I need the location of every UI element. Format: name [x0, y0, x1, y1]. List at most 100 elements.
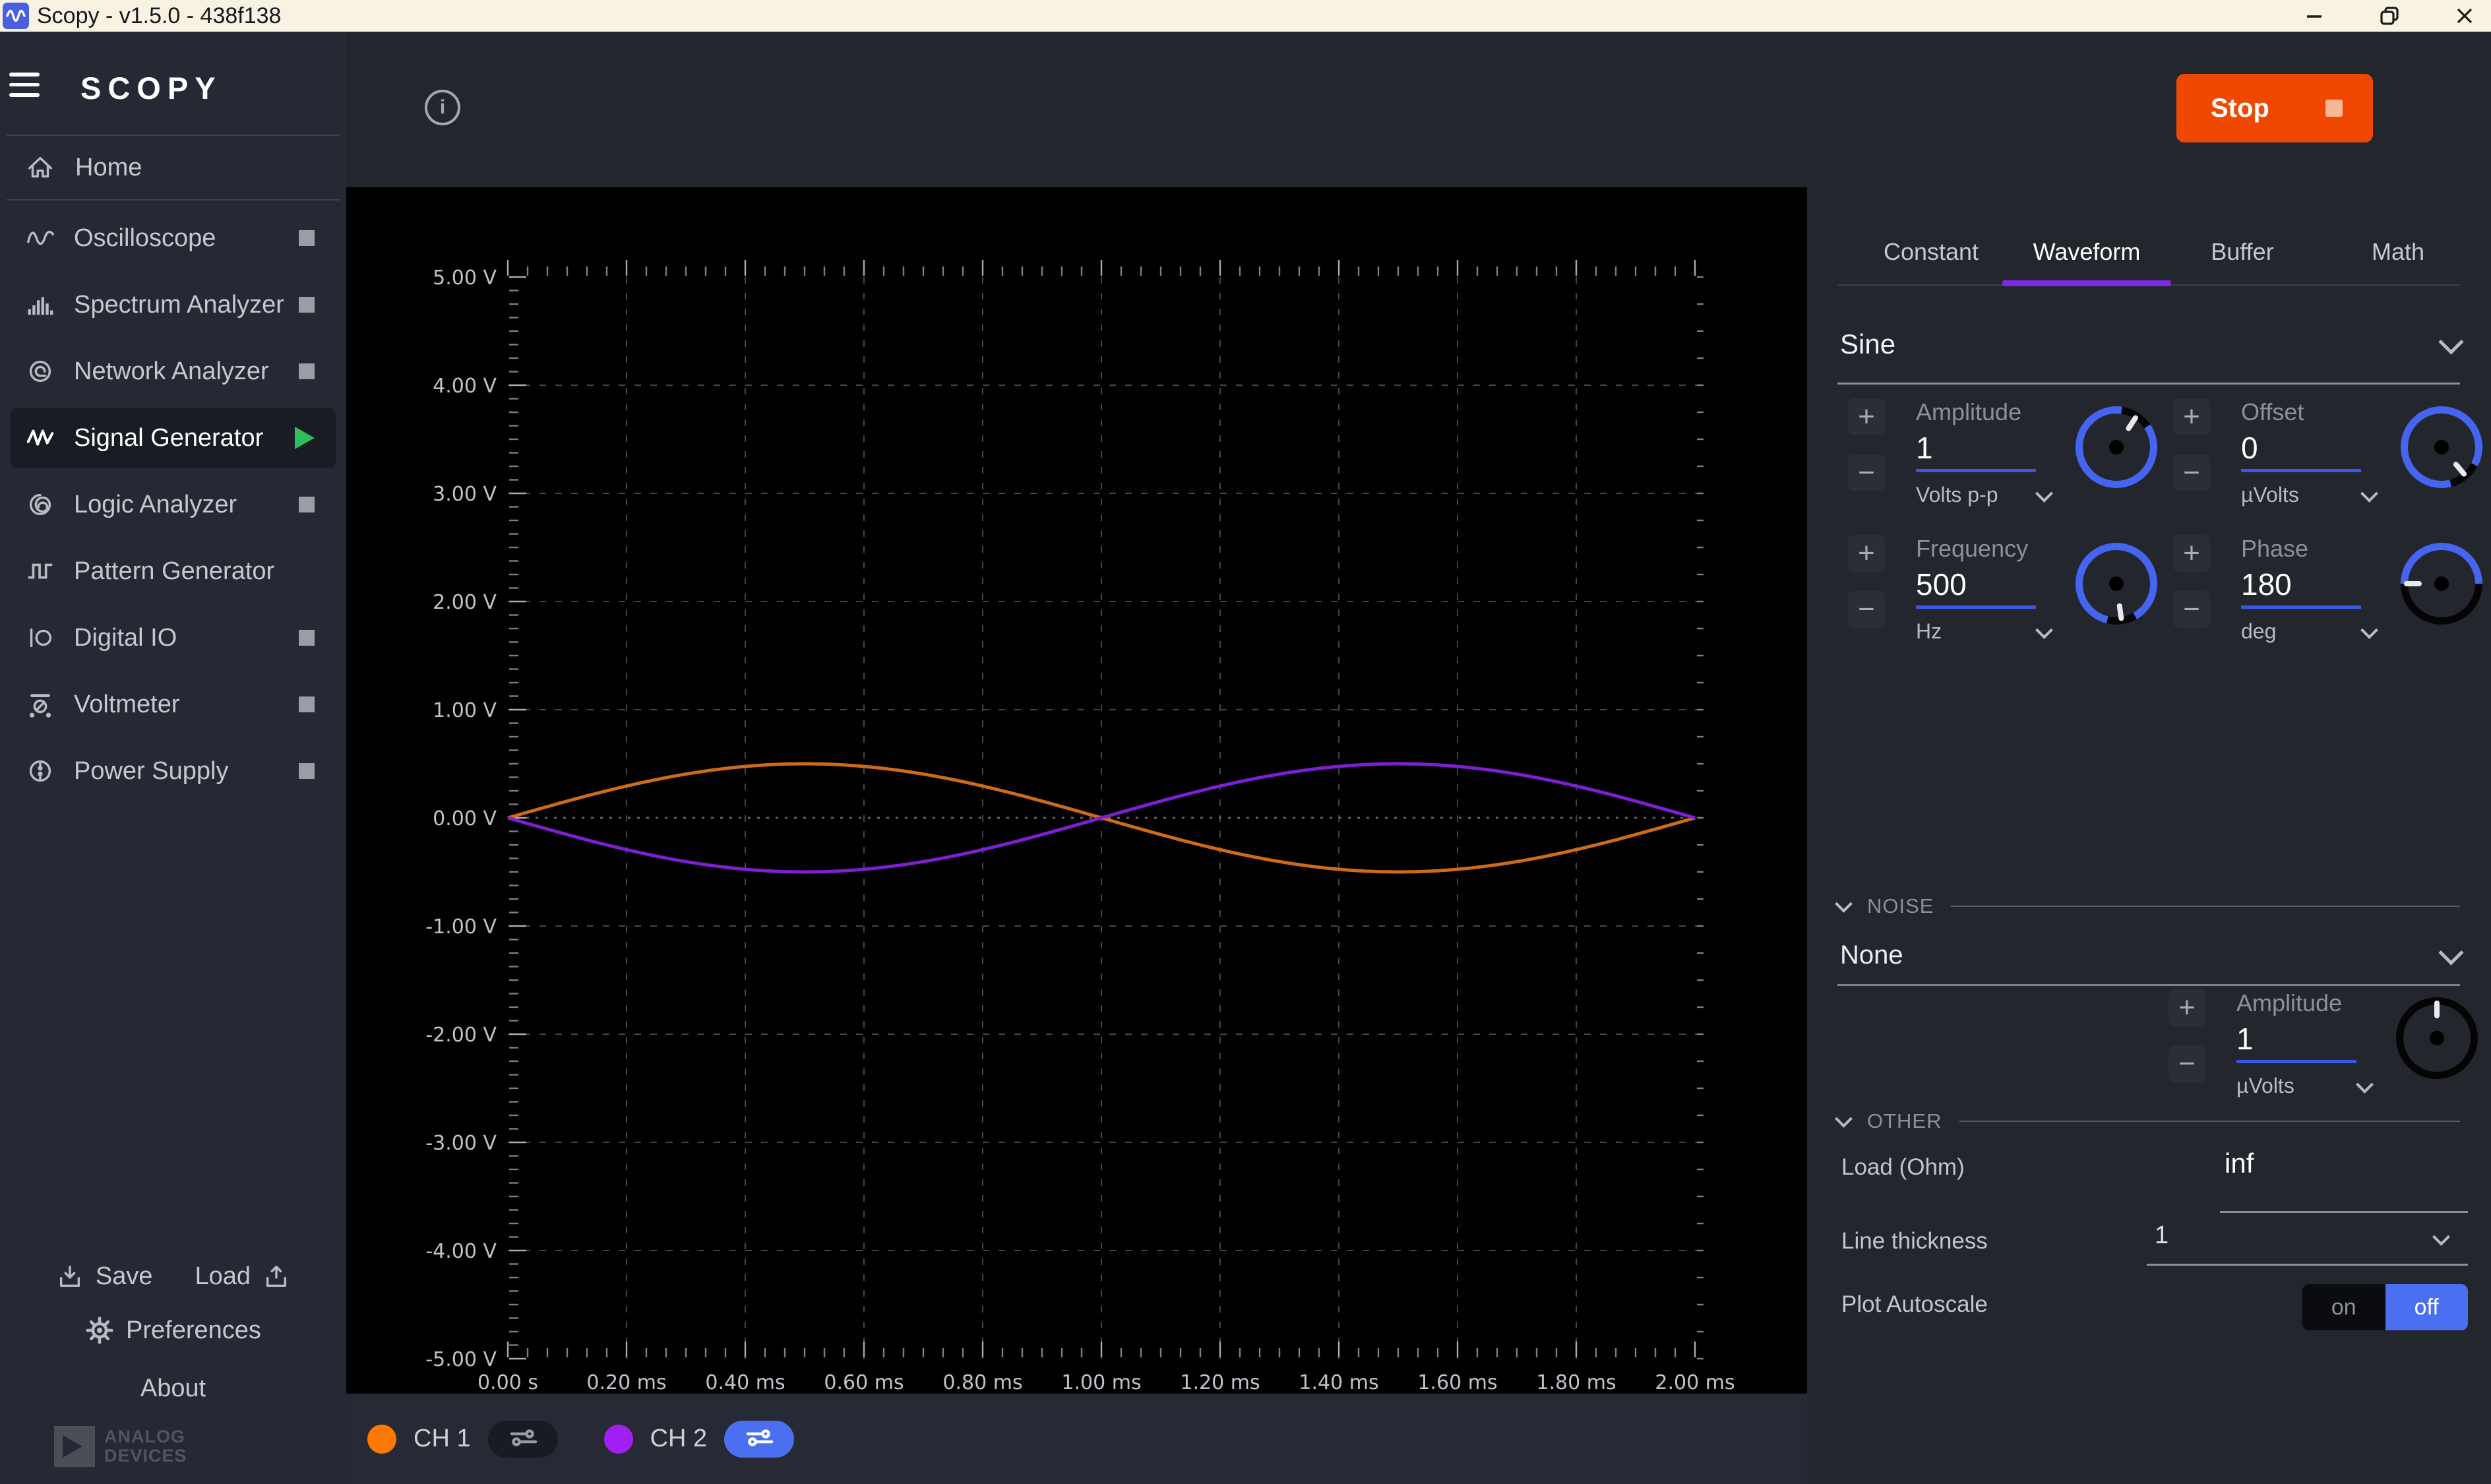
noise-type-select[interactable]: None	[1840, 941, 2460, 970]
plot-autoscale-label: Plot Autoscale	[1841, 1291, 1988, 1318]
svg-text:-2.00 V: -2.00 V	[425, 1024, 497, 1047]
tab-buffer[interactable]: Buffer	[2165, 228, 2320, 276]
offset-value[interactable]: 0	[2241, 429, 2376, 466]
sidebar-item-label: Home	[75, 154, 142, 182]
svg-text:1.00 V: 1.00 V	[433, 699, 497, 722]
autoscale-off-option[interactable]: off	[2385, 1284, 2469, 1330]
minimize-button[interactable]	[2302, 4, 2326, 28]
sidebar-item-label: Network Analyzer	[74, 357, 269, 386]
waveform-type-select[interactable]: Sine	[1840, 328, 2460, 360]
phase-decrement-button[interactable]: −	[2173, 591, 2210, 628]
save-icon	[56, 1262, 84, 1290]
svg-text:-4.00 V: -4.00 V	[425, 1240, 497, 1263]
noise-amplitude-knob[interactable]	[2396, 997, 2478, 1079]
sidebar-item-power-supply[interactable]: Power Supply	[11, 741, 336, 801]
tool-stopped-indicator	[299, 230, 315, 246]
amplitude-unit-select[interactable]: Volts p-p	[1916, 483, 2050, 507]
channel-2-settings-button[interactable]	[724, 1421, 794, 1458]
sidebar-item-signal-generator[interactable]: Signal Generator	[11, 408, 336, 468]
sidebar-item-label: Power Supply	[74, 757, 228, 786]
phase-knob[interactable]	[2401, 543, 2482, 625]
maximize-restore-button[interactable]	[2378, 4, 2401, 28]
menu-hamburger-icon[interactable]	[9, 73, 40, 97]
sidebar-item-label: Digital IO	[74, 624, 177, 652]
sidebar-item-label: Oscilloscope	[74, 224, 216, 253]
info-icon[interactable]: i	[425, 90, 460, 125]
channel-color-dot[interactable]	[367, 1425, 396, 1454]
legend-channel-1: CH 1	[367, 1421, 558, 1458]
tab-math[interactable]: Math	[2320, 228, 2476, 276]
sidebar-item-home[interactable]: Home	[0, 136, 346, 199]
svg-text:0.00 s: 0.00 s	[477, 1371, 538, 1394]
svg-text:2.00 V: 2.00 V	[433, 591, 497, 614]
phase-unit-select[interactable]: deg	[2241, 619, 2376, 644]
chevron-down-icon	[2438, 940, 2463, 965]
load-ohm-label: Load (Ohm)	[1841, 1154, 1965, 1181]
phase-increment-button[interactable]: +	[2173, 535, 2210, 572]
sidebar-item-network-analyzer[interactable]: Network Analyzer	[11, 341, 336, 402]
sidebar-item-label: Pattern Generator	[74, 557, 274, 586]
channel-label: CH 1	[414, 1425, 471, 1453]
about-link[interactable]: About	[0, 1359, 346, 1418]
svg-text:1.60 ms: 1.60 ms	[1417, 1371, 1497, 1394]
main-area: i 5.00 V4.00 V3.00 V2.00 V1.00 V0.00 V-1…	[346, 32, 1807, 1484]
frequency-value[interactable]: 500	[1916, 565, 2050, 602]
noise-amplitude-decrement-button[interactable]: −	[2168, 1045, 2205, 1082]
offset-unit-select[interactable]: µVolts	[2241, 483, 2376, 507]
phase-value[interactable]: 180	[2241, 565, 2376, 602]
oscilloscope-icon	[25, 223, 55, 253]
amplitude-value[interactable]: 1	[1916, 429, 2050, 466]
channel-label: CH 2	[650, 1425, 708, 1453]
tool-stopped-indicator	[299, 497, 315, 512]
sidebar-item-voltmeter[interactable]: Voltmeter	[11, 674, 336, 735]
line-thickness-select[interactable]: 1	[2155, 1221, 2168, 1250]
sidebar-item-logic-analyzer[interactable]: Logic Analyzer	[11, 474, 336, 535]
offset-decrement-button[interactable]: −	[2173, 454, 2210, 491]
window-title: Scopy - v1.5.0 - 438f138	[37, 3, 281, 29]
stop-square-icon	[2325, 100, 2343, 117]
active-tab-indicator	[2002, 280, 2171, 286]
stop-button[interactable]: Stop	[2176, 74, 2373, 142]
close-icon[interactable]	[2453, 4, 2476, 28]
other-collapse-icon[interactable]	[1835, 1110, 1853, 1128]
waveform-plot[interactable]: 5.00 V4.00 V3.00 V2.00 V1.00 V0.00 V-1.0…	[346, 187, 1807, 1394]
sliders-icon	[743, 1427, 776, 1450]
tab-constant[interactable]: Constant	[1853, 228, 2009, 276]
load-button[interactable]: Load	[195, 1262, 291, 1291]
app-icon	[3, 3, 29, 29]
amplitude-knob[interactable]	[2076, 406, 2157, 488]
chevron-down-icon	[2356, 1076, 2374, 1094]
offset-increment-button[interactable]: +	[2173, 398, 2210, 435]
amplitude-decrement-button[interactable]: −	[1848, 454, 1885, 491]
input-underline	[2220, 1211, 2468, 1213]
tab-waveform[interactable]: Waveform	[2009, 228, 2165, 276]
frequency-unit-select[interactable]: Hz	[1916, 619, 2050, 644]
tool-stopped-indicator	[299, 297, 315, 313]
sidebar-item-pattern-generator[interactable]: Pattern Generator	[11, 541, 336, 602]
title-bar: Scopy - v1.5.0 - 438f138	[0, 0, 2491, 32]
load-ohm-input[interactable]: inf	[2225, 1148, 2254, 1179]
noise-amplitude-increment-button[interactable]: +	[2168, 989, 2205, 1026]
noise-amplitude-value[interactable]: 1	[2236, 1020, 2371, 1057]
svg-text:1.00 ms: 1.00 ms	[1061, 1371, 1141, 1394]
signal-generator-icon	[25, 423, 55, 453]
noise-amplitude-unit-select[interactable]: µVolts	[2236, 1074, 2371, 1098]
sidebar-item-spectrum-analyzer[interactable]: Spectrum Analyzer	[11, 274, 336, 335]
noise-collapse-icon[interactable]	[1835, 895, 1853, 913]
frequency-decrement-button[interactable]: −	[1848, 591, 1885, 628]
frequency-knob[interactable]	[2076, 543, 2157, 625]
legend-channel-2: CH 2	[604, 1421, 795, 1458]
channel-1-settings-button[interactable]	[488, 1421, 558, 1458]
voltmeter-icon	[25, 689, 55, 720]
sidebar-item-oscilloscope[interactable]: Oscilloscope	[11, 208, 336, 268]
amplitude-increment-button[interactable]: +	[1848, 398, 1885, 435]
channel-color-dot[interactable]	[604, 1425, 633, 1454]
sidebar-item-digital-io[interactable]: Digital IO	[11, 607, 336, 668]
preferences-button[interactable]: Preferences	[0, 1302, 346, 1359]
load-icon	[262, 1262, 290, 1290]
save-button[interactable]: Save	[56, 1262, 153, 1291]
autoscale-on-option[interactable]: on	[2302, 1284, 2385, 1330]
offset-knob[interactable]	[2401, 406, 2482, 488]
tool-running-icon	[295, 427, 315, 449]
frequency-increment-button[interactable]: +	[1848, 535, 1885, 572]
